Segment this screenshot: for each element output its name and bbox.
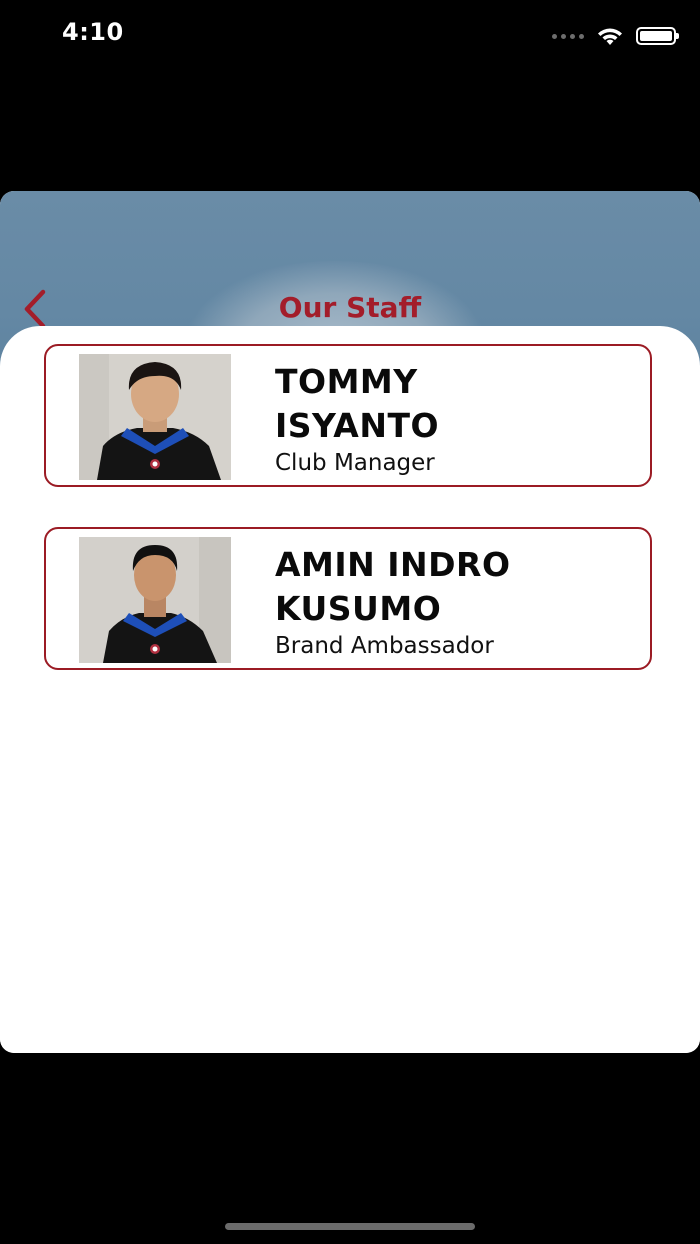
staff-card-amin-indro-kusumo[interactable]: AMIN INDRO KUSUMO Brand Ambassador <box>44 527 652 670</box>
staff-name-line-1: TOMMY <box>275 362 418 401</box>
staff-list: TOMMY ISYANTO Club Manager AMIN INDRO KU… <box>0 326 700 1053</box>
staff-sheet: Our Staff TOMMY ISYANTO Club Manager AMI… <box>0 191 700 1053</box>
staff-name-line-1: AMIN INDRO <box>275 545 511 584</box>
staff-photo <box>79 354 231 480</box>
status-time: 4:10 <box>62 18 124 46</box>
staff-card-tommy-isyanto[interactable]: TOMMY ISYANTO Club Manager <box>44 344 652 487</box>
staff-role: Brand Ambassador <box>275 633 494 659</box>
wifi-icon <box>598 28 622 45</box>
app-screen: 4:10 Our Staff TOMMY ISYANTO Club Manage… <box>0 0 700 1244</box>
status-icons <box>552 24 679 48</box>
staff-name-line-2: ISYANTO <box>275 406 440 445</box>
battery-icon <box>636 27 679 45</box>
staff-name-line-2: KUSUMO <box>275 589 442 628</box>
staff-info: AMIN INDRO KUSUMO Brand Ambassador <box>275 543 645 661</box>
page-title: Our Staff <box>278 291 422 324</box>
staff-role: Club Manager <box>275 450 435 476</box>
cellular-dots-icon <box>552 33 584 39</box>
home-indicator[interactable] <box>225 1223 475 1230</box>
staff-photo <box>79 537 231 663</box>
status-bar: 4:10 <box>0 0 700 70</box>
staff-info: TOMMY ISYANTO Club Manager <box>275 360 645 478</box>
